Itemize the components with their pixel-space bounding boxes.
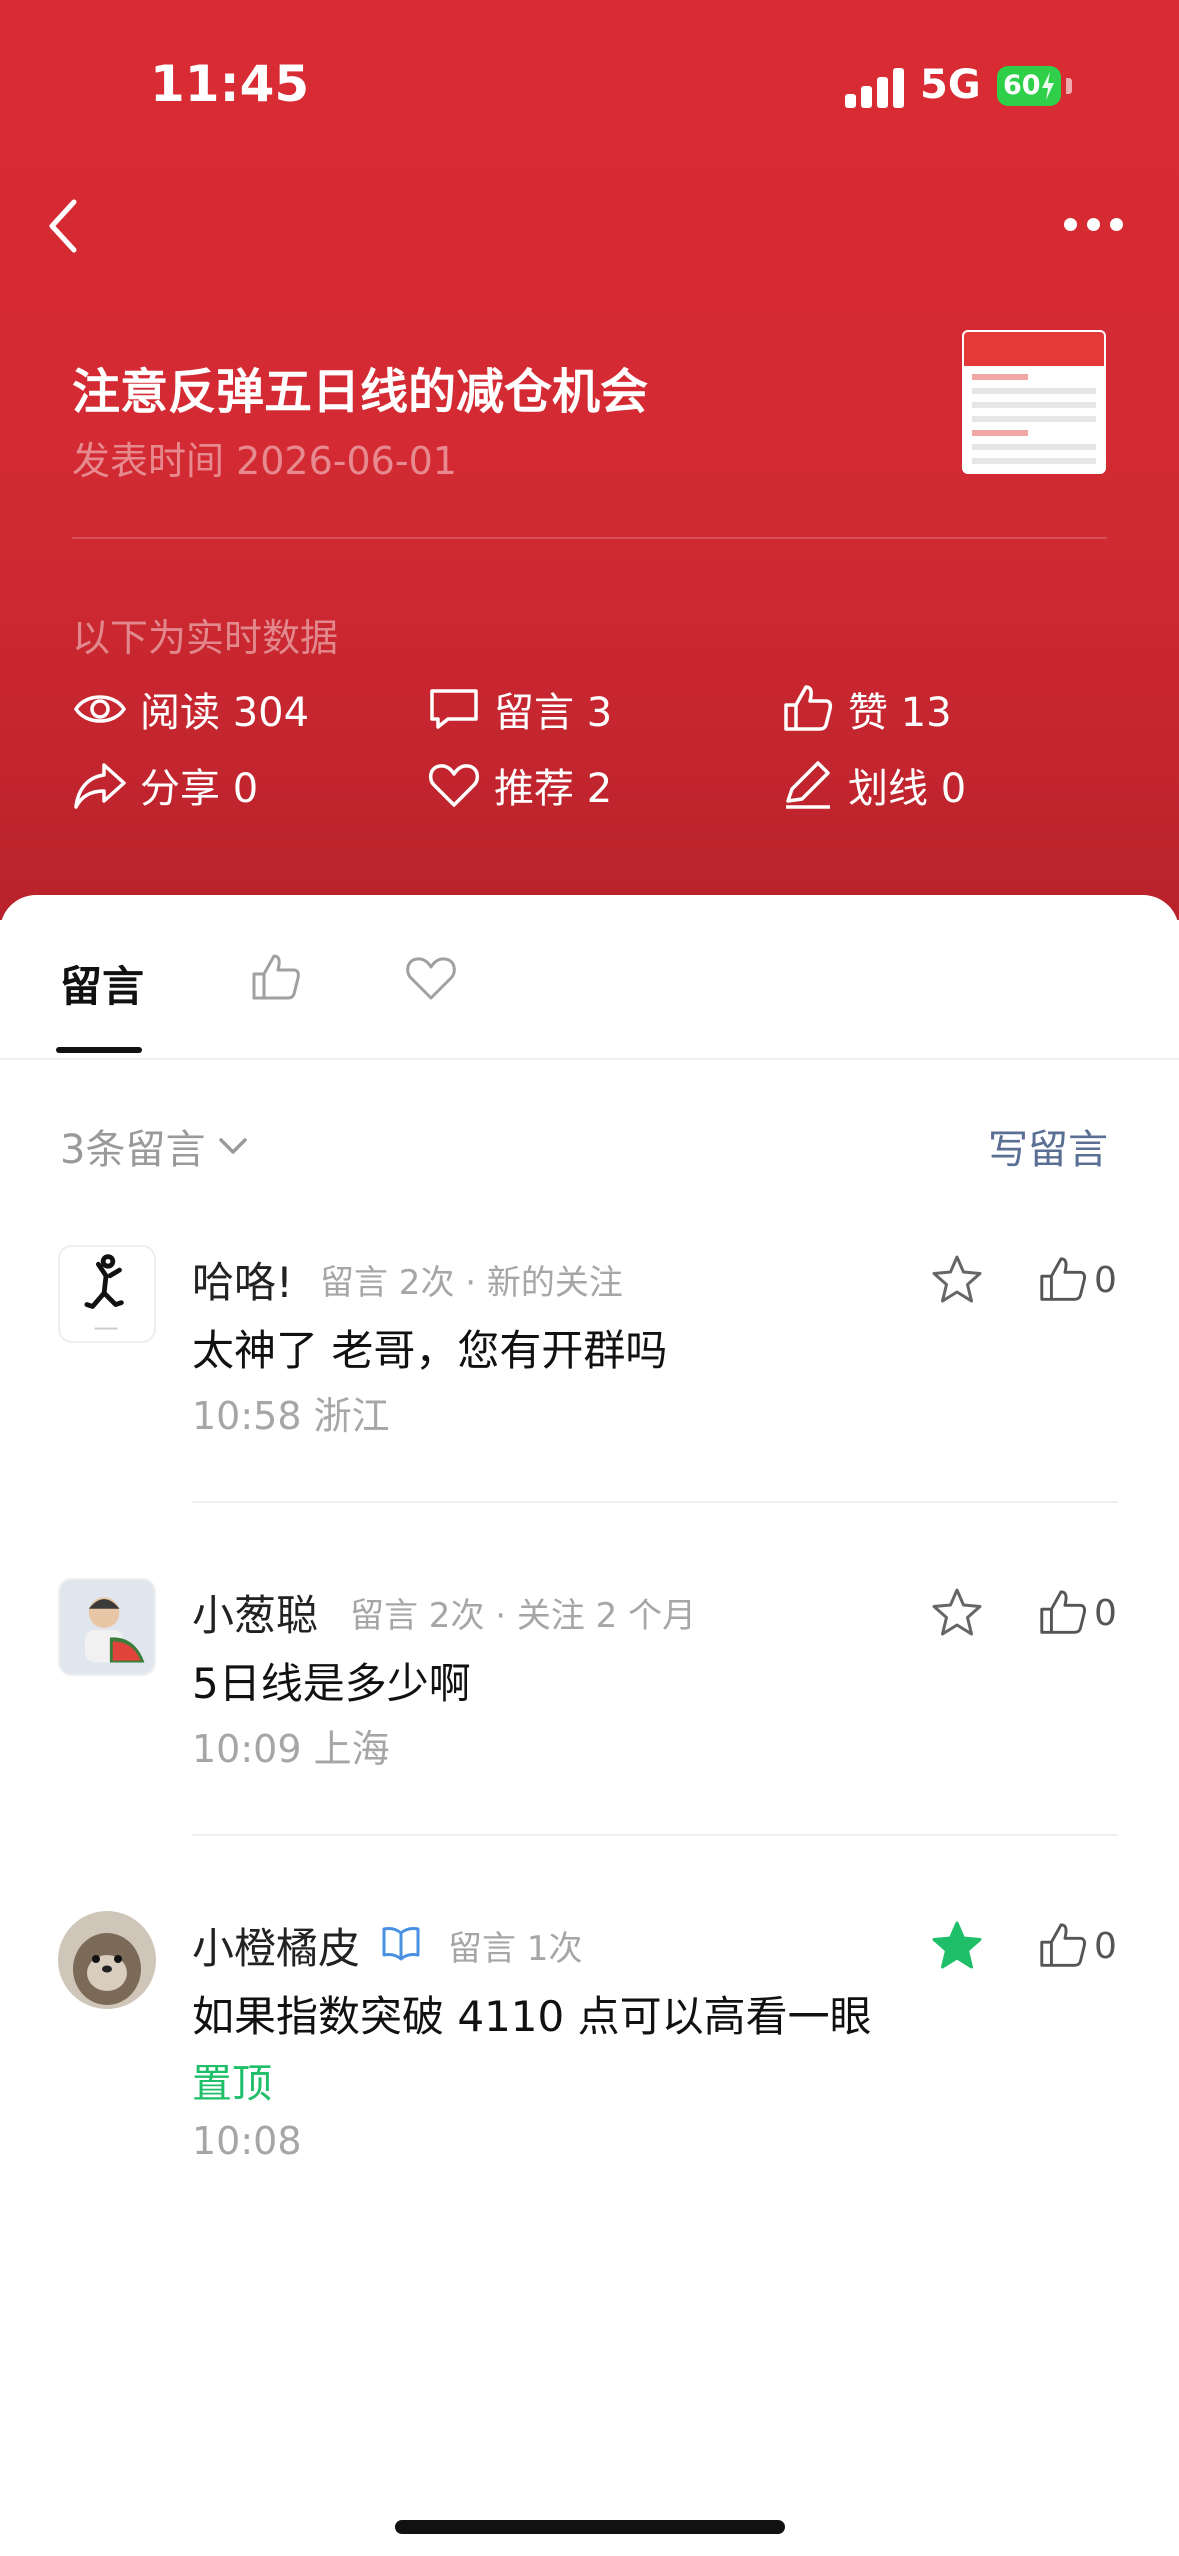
avatar[interactable] bbox=[58, 1911, 156, 2009]
stat-comments: 留言 3 bbox=[426, 681, 612, 737]
heart-icon bbox=[428, 764, 480, 807]
comment-like-count: 0 bbox=[1094, 1925, 1117, 1967]
avatar[interactable] bbox=[58, 1245, 156, 1343]
comment-text: 5日线是多少啊 bbox=[192, 1659, 471, 1708]
star-icon[interactable] bbox=[928, 1251, 986, 1309]
comment-divider bbox=[192, 1834, 1118, 1836]
comment-divider bbox=[192, 1501, 1118, 1503]
comment-bubble-icon bbox=[430, 689, 478, 729]
pinned-label: 置顶 bbox=[192, 2061, 272, 2107]
article-publish-date: 发表时间 2026-06-01 bbox=[72, 439, 457, 483]
commenter-name[interactable]: 小橙橘皮 bbox=[192, 1915, 360, 1976]
comment-like-count: 0 bbox=[1094, 1592, 1117, 1634]
pen-icon bbox=[786, 761, 830, 809]
jumpman-logo-icon bbox=[84, 1254, 124, 1330]
stat-shares: 分享 0 bbox=[72, 757, 258, 813]
commenter-meta: 留言 2次 · 关注 2 个月 bbox=[350, 1596, 697, 1636]
commenter-name[interactable]: 小葱聪 bbox=[192, 1582, 318, 1643]
comment-like-count: 0 bbox=[1094, 1259, 1117, 1301]
article-thumbnail[interactable] bbox=[962, 330, 1106, 474]
comment-time-location: 10:09 上海 bbox=[192, 1727, 390, 1771]
article-header: 11:45 5G 60 注意反弹五日线的减仓机会 发表时间 2026-06-01… bbox=[0, 0, 1179, 920]
comment-time-location: 10:08 bbox=[192, 2119, 302, 2163]
tabs-divider bbox=[0, 1058, 1179, 1060]
commenter-meta: 留言 2次 · 新的关注 bbox=[320, 1263, 623, 1303]
tab-recommends-heart-icon[interactable] bbox=[403, 950, 459, 1006]
stat-read-label: 阅读 304 bbox=[140, 690, 310, 736]
comment-time-location: 10:58 浙江 bbox=[192, 1394, 390, 1438]
charging-bolt-icon bbox=[1042, 72, 1054, 100]
home-indicator[interactable] bbox=[395, 2520, 785, 2534]
stat-recommends-label: 推荐 2 bbox=[494, 766, 613, 812]
battery-icon: 60 bbox=[997, 66, 1061, 106]
thumbs-up-icon bbox=[1040, 1590, 1087, 1634]
comment-like-button[interactable]: 0 bbox=[1036, 1586, 1117, 1640]
comments-sheet: 留言 3条留言 写留言 哈咯! 留言 2次 · 新的关注 太神了 老哥，您有开群… bbox=[0, 895, 1179, 2556]
avatar[interactable] bbox=[58, 1578, 156, 1676]
thumbs-up-icon bbox=[784, 685, 833, 731]
comment-text: 太神了 老哥，您有开群吗 bbox=[192, 1326, 668, 1375]
back-arrow-icon[interactable] bbox=[44, 196, 84, 256]
thumbs-up-icon bbox=[1040, 1257, 1087, 1301]
stat-read: 阅读 304 bbox=[72, 681, 309, 737]
header-divider bbox=[72, 537, 1107, 539]
stat-recommends: 推荐 2 bbox=[426, 757, 612, 813]
status-time: 11:45 bbox=[150, 55, 310, 113]
stat-likes-label: 赞 13 bbox=[848, 690, 952, 736]
stat-highlights-label: 划线 0 bbox=[848, 766, 967, 812]
comment-count-sort[interactable]: 3条留言 bbox=[60, 1117, 253, 1175]
more-options-icon[interactable] bbox=[1064, 218, 1124, 234]
comment-like-button[interactable]: 0 bbox=[1036, 1253, 1117, 1307]
book-badge-icon bbox=[382, 1927, 420, 1961]
tab-comments[interactable]: 留言 bbox=[60, 953, 144, 1014]
comment-like-button[interactable]: 0 bbox=[1036, 1919, 1117, 1973]
avatar-photo-icon bbox=[60, 1580, 154, 1674]
comment-count-label: 3条留言 bbox=[60, 1127, 206, 1173]
chevron-down-icon bbox=[219, 1138, 248, 1154]
star-filled-icon[interactable] bbox=[928, 1917, 986, 1975]
thumbs-up-icon bbox=[1040, 1923, 1087, 1967]
realtime-data-label: 以下为实时数据 bbox=[72, 616, 339, 660]
write-comment-link[interactable]: 写留言 bbox=[988, 1117, 1108, 1175]
battery-level: 60 bbox=[1003, 70, 1041, 101]
star-icon[interactable] bbox=[928, 1584, 986, 1642]
commenter-meta: 留言 1次 bbox=[448, 1929, 583, 1969]
tab-likes-thumbs-up-icon[interactable] bbox=[248, 950, 304, 1006]
stat-likes: 赞 13 bbox=[780, 681, 952, 737]
tab-active-indicator bbox=[56, 1047, 142, 1053]
share-arrow-icon bbox=[74, 763, 126, 809]
signal-icon bbox=[845, 68, 905, 108]
battery-cap bbox=[1066, 78, 1072, 94]
commenter-name[interactable]: 哈咯! bbox=[192, 1249, 293, 1310]
status-bar: 11:45 5G 60 bbox=[0, 0, 1179, 170]
stat-shares-label: 分享 0 bbox=[140, 766, 259, 812]
network-type: 5G bbox=[920, 62, 981, 108]
eye-icon bbox=[73, 695, 127, 723]
stat-highlights: 划线 0 bbox=[780, 757, 966, 813]
article-title: 注意反弹五日线的减仓机会 bbox=[72, 364, 649, 420]
stat-comments-label: 留言 3 bbox=[494, 690, 613, 736]
avatar-otter-icon bbox=[58, 1911, 156, 2009]
comment-text: 如果指数突破 4110 点可以高看一眼 bbox=[192, 1992, 872, 2041]
